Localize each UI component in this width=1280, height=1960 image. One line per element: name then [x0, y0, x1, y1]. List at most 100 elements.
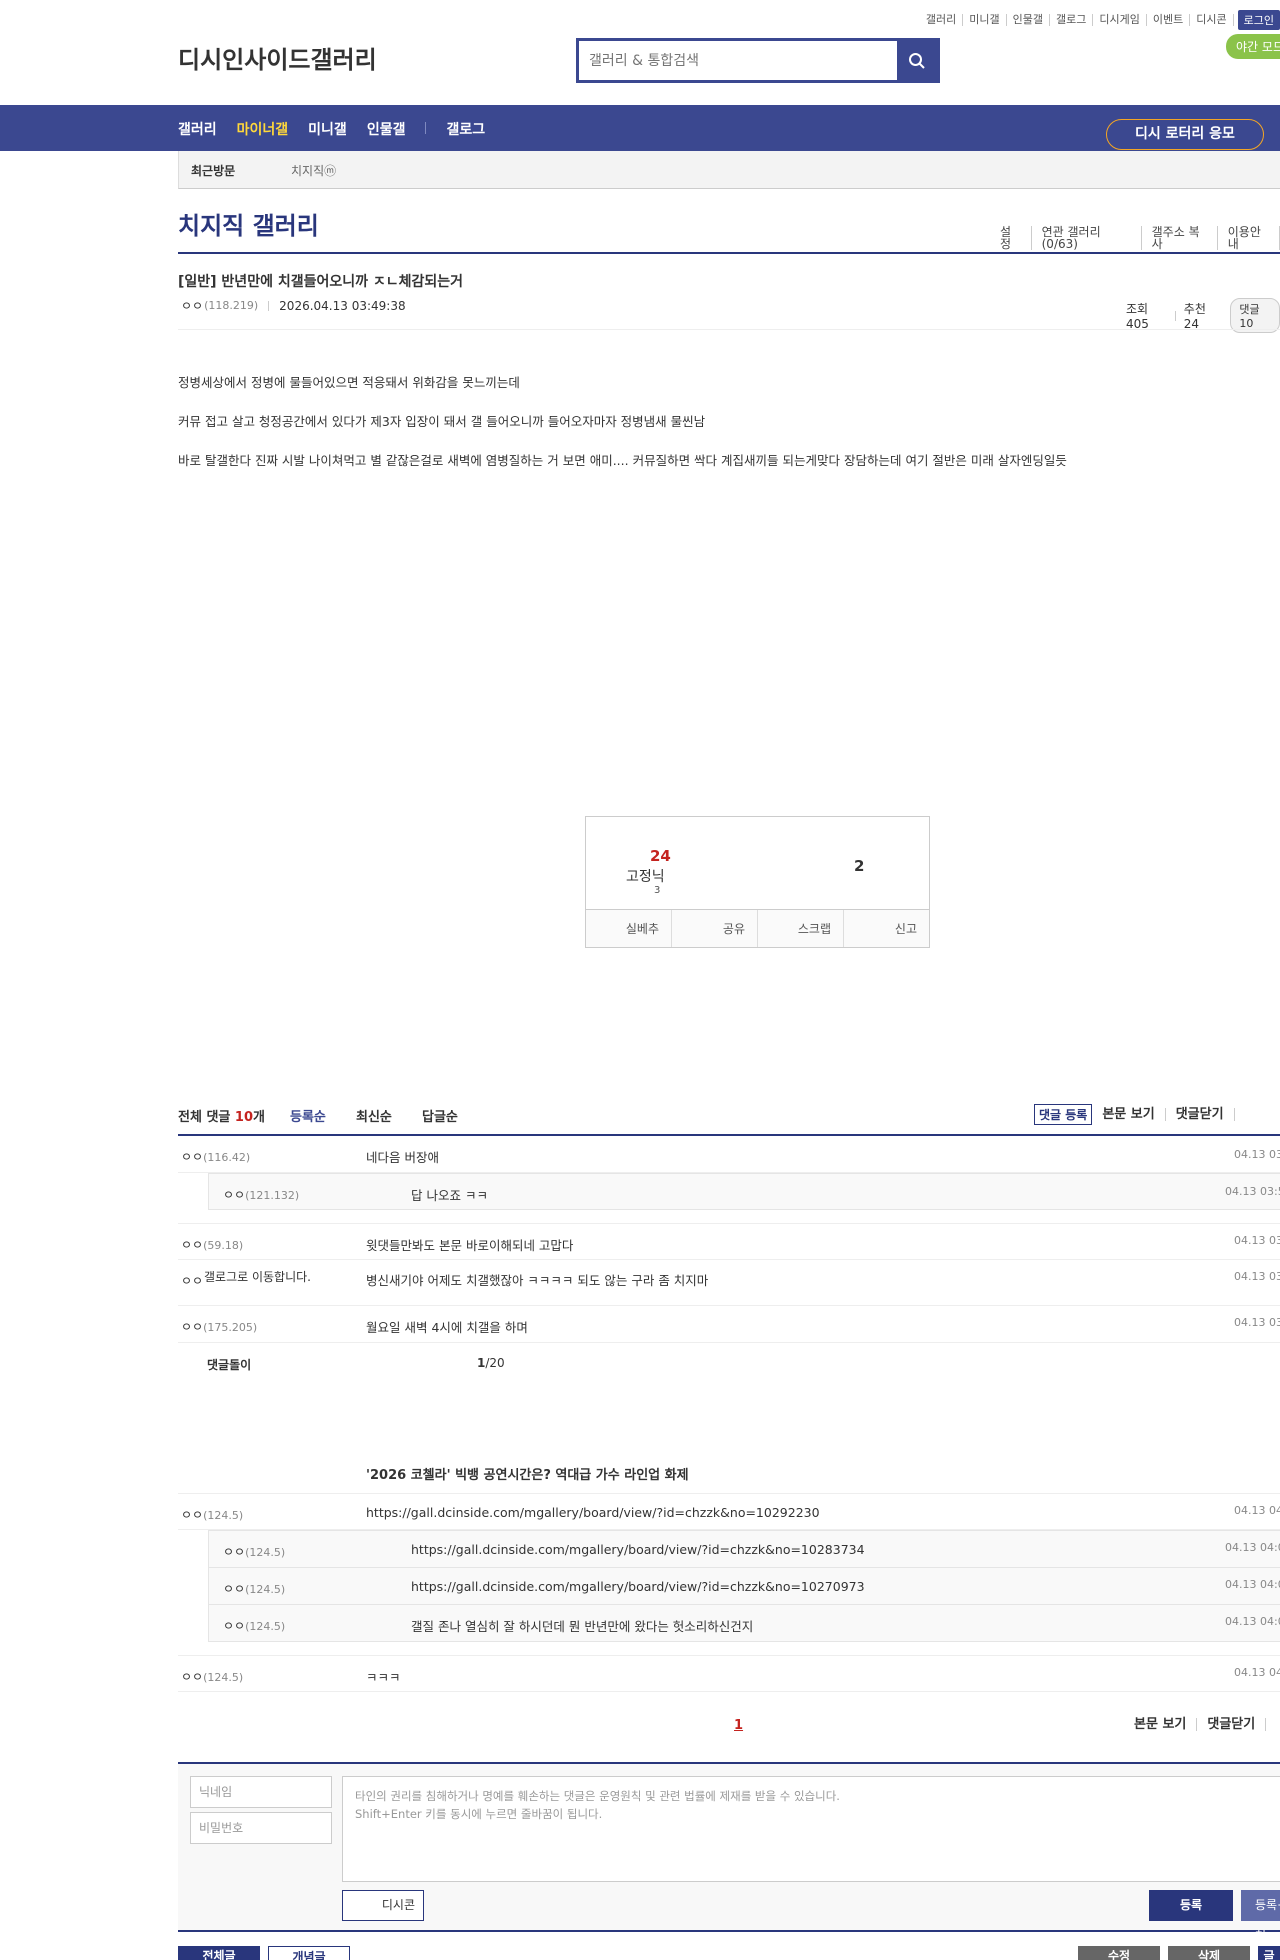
share-button[interactable]: 공유: [672, 910, 758, 947]
reply-nick: ㅇㅇ: [223, 1619, 246, 1633]
scrap-button[interactable]: 스크랩: [758, 910, 844, 947]
reply-author[interactable]: ㅇㅇ(124.5): [223, 1617, 285, 1634]
post-bottom-buttons: 전체글 개념글 수정 삭제 글쓰기: [178, 1946, 1280, 1960]
comment-text: 윗댓들만봐도 본문 바로이해되네 고맙다: [366, 1238, 574, 1253]
comment-count-badge[interactable]: 댓글 10: [1230, 298, 1280, 333]
all-posts-button[interactable]: 전체글: [178, 1946, 260, 1960]
comment-nick: ㅇㅇ: [181, 1274, 204, 1288]
sort-registered[interactable]: 등록순: [290, 1106, 326, 1125]
comment-register-link[interactable]: 댓글 등록: [1034, 1104, 1093, 1125]
util-gallery-link[interactable]: 갤러리: [920, 14, 964, 26]
comment-row: ㅇㅇ(124.5) ㅋㅋㅋ 04.13 04:02:33: [178, 1655, 1280, 1692]
submit-comment-button[interactable]: 등록: [1149, 1890, 1233, 1921]
gallery-settings-link[interactable]: 설정: [1000, 226, 1032, 250]
post-meta: ㅇㅇ (118.219) 2026.04.13 03:49:38: [181, 297, 406, 314]
util-mini-link[interactable]: 미니갤: [963, 14, 1007, 26]
comment-bot-news-title[interactable]: '2026 코첼라' 빅뱅 공연시간은? 역대급 가수 라인업 화제: [366, 1464, 689, 1483]
edit-button[interactable]: 수정: [1078, 1946, 1160, 1960]
comment-author[interactable]: ㅇㅇ: [181, 1272, 203, 1289]
sort-latest[interactable]: 최신순: [356, 1106, 392, 1125]
util-person-link[interactable]: 인물갤: [1007, 14, 1051, 26]
nav-gallery[interactable]: 갤러리: [178, 119, 217, 139]
search-input[interactable]: [579, 41, 897, 80]
submit-reco-button[interactable]: 등록+추천: [1241, 1890, 1280, 1943]
comment-text: 월요일 새벽 4시에 치갤을 하며: [366, 1320, 528, 1335]
downvote-count[interactable]: 2: [854, 857, 864, 875]
comment-total-suffix: 개: [253, 1110, 265, 1125]
related-gallery-link[interactable]: 연관 갤러리(0/63): [1032, 226, 1142, 250]
view-body-link-bottom[interactable]: 본문 보기: [1124, 1718, 1198, 1731]
reply-date: 04.13 03:51:03: [1225, 1185, 1280, 1198]
copy-address-link[interactable]: 갤주소 복사: [1142, 226, 1218, 250]
site-logo[interactable]: 디시인사이드갤러리: [178, 40, 377, 75]
close-comments-link-bottom[interactable]: 댓글닫기: [1197, 1718, 1267, 1731]
reply-text[interactable]: https://gall.dcinside.com/mgallery/board…: [411, 1542, 865, 1557]
post-author[interactable]: ㅇㅇ: [181, 297, 203, 314]
nickname-field[interactable]: 닉네임: [190, 1776, 332, 1808]
comment-nick: ㅇㅇ: [181, 1508, 204, 1522]
reply-ip: (121.132): [245, 1189, 300, 1202]
nav-mini-gallery[interactable]: 미니갤: [308, 119, 347, 139]
comment-ip: (175.205): [203, 1321, 258, 1334]
reply-author[interactable]: ㅇㅇ(124.5): [223, 1580, 285, 1597]
comment-ip: (116.42): [203, 1151, 251, 1164]
comment-date: 04.13 03:53:18: [1234, 1270, 1280, 1283]
reply-author[interactable]: ㅇㅇ(124.5): [223, 1543, 285, 1560]
post-paragraph: 커뮤 접고 살고 청정공간에서 있다가 제3자 입장이 돼서 갤 들어오니까 들…: [178, 414, 706, 429]
meta-divider: [268, 300, 270, 311]
util-game-link[interactable]: 디시게임: [1093, 14, 1147, 26]
night-mode-button[interactable]: 야간 모드: [1226, 34, 1280, 59]
sort-replies[interactable]: 답글순: [422, 1106, 458, 1125]
nav-gallog[interactable]: 갤로그: [446, 119, 485, 139]
comment-text: 병신새기야 어제도 치갤했잖아 ㅋㅋㅋㅋ 되도 않는 구라 좀 치지마: [366, 1273, 709, 1288]
comment-row: ㅇㅇ(175.205) 월요일 새벽 4시에 치갤을 하며 04.13 03:5…: [178, 1306, 1280, 1343]
comment-nick: ㅇㅇ: [181, 1670, 204, 1684]
reply-text: 답 나오죠 ㅋㅋ: [411, 1188, 488, 1203]
nav-minor-gallery[interactable]: 마이너갤: [237, 119, 289, 139]
delete-button[interactable]: 삭제: [1168, 1946, 1250, 1960]
best-reco-button[interactable]: 실베추: [586, 910, 672, 947]
comment-notice-2: Shift+Enter 키를 동시에 누르면 줄바꿈이 됩니다.: [355, 1807, 603, 1821]
comment-bot-label: 댓글돌이: [207, 1358, 252, 1372]
comment-textarea[interactable]: 타인의 권리를 침해하거나 명예를 훼손하는 댓글은 운영원칙 및 관련 법률에…: [342, 1776, 1280, 1882]
comment-date: 04.13 03:55:02: [1234, 1316, 1280, 1329]
report-button[interactable]: 신고: [844, 910, 929, 947]
comment-text[interactable]: https://gall.dcinside.com/mgallery/board…: [366, 1505, 820, 1520]
reply-author[interactable]: ㅇㅇ(121.132): [223, 1186, 299, 1203]
best-posts-button[interactable]: 개념글: [268, 1946, 350, 1960]
view-body-link[interactable]: 본문 보기: [1092, 1108, 1166, 1121]
comment-write-box: 닉네임 비밀번호 타인의 권리를 침해하거나 명예를 훼손하는 댓글은 운영원칙…: [178, 1764, 1280, 1943]
comment-author[interactable]: ㅇㅇ(59.18): [181, 1236, 243, 1253]
util-dccon-link[interactable]: 디시콘: [1190, 14, 1234, 26]
meta-divider-line: [178, 329, 1280, 330]
comment-author[interactable]: ㅇㅇ(124.5): [181, 1668, 243, 1685]
comment-author[interactable]: ㅇㅇ(116.42): [181, 1148, 250, 1165]
usage-guide-link[interactable]: 이용안내: [1218, 226, 1280, 250]
comment-nick: ㅇㅇ: [181, 1320, 204, 1334]
comment-nick: ㅇㅇ: [181, 1150, 204, 1164]
comment-ip: (124.5): [203, 1509, 244, 1522]
util-event-link[interactable]: 이벤트: [1147, 14, 1191, 26]
close-comments-link[interactable]: 댓글닫기: [1166, 1108, 1235, 1121]
comment-page-1[interactable]: 1: [734, 1718, 743, 1733]
gallog-image[interactable]: 갤로그로 이동합니다.: [204, 1271, 328, 1284]
comment-total-prefix: 전체 댓글: [178, 1110, 235, 1125]
nav-person-gallery[interactable]: 인물갤: [367, 119, 406, 139]
search-button[interactable]: [897, 41, 937, 80]
util-gallog-link[interactable]: 갤로그: [1050, 14, 1094, 26]
search-icon: [909, 52, 925, 69]
dccon-button[interactable]: 디시콘: [342, 1890, 424, 1921]
comment-author[interactable]: ㅇㅇ(124.5): [181, 1506, 243, 1523]
post-body: 정병세상에서 정병에 물들어있으면 적응돼서 위화감을 못느끼는데 커뮤 접고 …: [178, 373, 1078, 490]
gallery-title[interactable]: 치지직 갤러리: [178, 206, 319, 241]
write-post-button[interactable]: 글쓰기: [1258, 1946, 1280, 1960]
comment-bot-pager[interactable]: 1/20: [477, 1356, 505, 1370]
login-button[interactable]: 로그인: [1237, 10, 1280, 30]
reply-text[interactable]: https://gall.dcinside.com/mgallery/board…: [411, 1579, 865, 1594]
lotto-button[interactable]: 디시 로터리 응모: [1106, 119, 1264, 150]
password-field[interactable]: 비밀번호: [190, 1812, 332, 1844]
comment-author[interactable]: ㅇㅇ(175.205): [181, 1318, 257, 1335]
recent-visit-item[interactable]: 치지직ⓜ: [291, 162, 336, 179]
recent-visit-label[interactable]: 최근방문: [191, 162, 235, 179]
upvote-count[interactable]: 24: [650, 847, 671, 865]
